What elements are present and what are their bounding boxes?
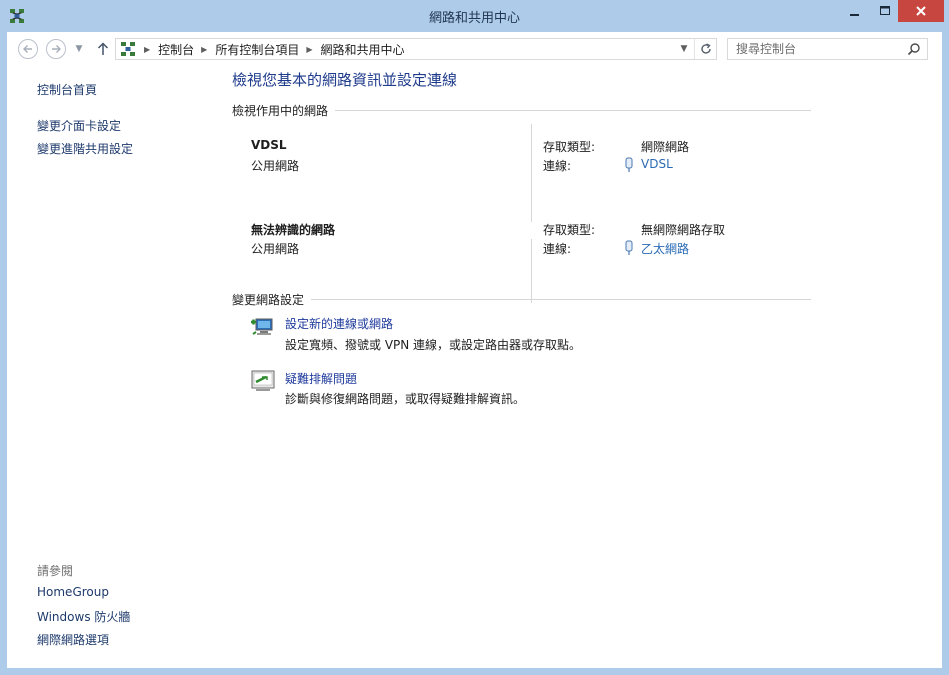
see-also-windows-firewall[interactable]: Windows 防火牆 bbox=[37, 608, 130, 625]
connection-label: 連線: bbox=[543, 159, 572, 173]
refresh-button[interactable] bbox=[694, 39, 716, 59]
connection-label: 連線: bbox=[543, 242, 572, 256]
setup-connection-description: 設定寬頻、撥號或 VPN 連線，或設定路由器或存取點。 bbox=[285, 338, 582, 352]
new-connection-icon bbox=[251, 318, 273, 335]
title-bar[interactable]: 網路和共用中心 bbox=[0, 0, 949, 32]
close-icon bbox=[916, 6, 926, 16]
connection-link-vdsl[interactable]: VDSL bbox=[641, 157, 673, 171]
breadcrumb-separator-icon[interactable]: ▶ bbox=[306, 45, 312, 54]
up-button[interactable] bbox=[94, 39, 112, 59]
client-area: ▼ ▶ 控制台 ▶ 所有控制台項目 ▶ 網路和共用中心 ▼ 搜尋控制台 控制台首… bbox=[7, 32, 942, 668]
minimize-button[interactable] bbox=[838, 0, 871, 22]
ethernet-connection-icon bbox=[625, 240, 633, 255]
search-input[interactable] bbox=[736, 41, 906, 57]
chevron-down-icon: ▼ bbox=[75, 44, 83, 54]
section-divider bbox=[335, 110, 811, 111]
maximize-button[interactable] bbox=[871, 0, 898, 22]
forward-arrow-icon bbox=[52, 45, 61, 53]
section-divider bbox=[311, 299, 811, 300]
search-icon[interactable] bbox=[907, 42, 921, 56]
access-type-value: 無網際網路存取 bbox=[641, 223, 726, 237]
network-name: VDSL bbox=[251, 138, 287, 152]
network-category: 公用網路 bbox=[251, 159, 300, 173]
breadcrumb-separator-icon[interactable]: ▶ bbox=[201, 45, 207, 54]
breadcrumb-current[interactable]: 網路和共用中心 bbox=[321, 41, 405, 58]
breadcrumb-separator-icon[interactable]: ▶ bbox=[144, 45, 150, 54]
breadcrumb-control-panel[interactable]: 控制台 bbox=[158, 41, 194, 58]
connection-link-ethernet[interactable]: 乙太網路 bbox=[641, 240, 689, 257]
minimize-icon bbox=[849, 14, 859, 16]
window-title: 網路和共用中心 bbox=[428, 11, 520, 26]
page-title: 檢視您基本的網路資訊並設定連線 bbox=[232, 71, 458, 89]
active-networks-heading: 檢視作用中的網路 bbox=[232, 104, 329, 118]
control-panel-icon bbox=[121, 42, 135, 56]
navigation-bar: ▼ ▶ 控制台 ▶ 所有控制台項目 ▶ 網路和共用中心 ▼ bbox=[7, 32, 942, 66]
up-arrow-icon bbox=[97, 42, 109, 55]
chevron-down-icon: ▼ bbox=[680, 44, 688, 54]
troubleshoot-link[interactable]: 疑難排解問題 bbox=[285, 370, 357, 387]
search-box[interactable] bbox=[727, 38, 928, 60]
maximize-icon bbox=[879, 6, 890, 15]
change-settings-heading: 變更網路設定 bbox=[232, 293, 305, 307]
main-content: 檢視您基本的網路資訊並設定連線 檢視作用中的網路 VDSL 公用網路 存取類型:… bbox=[232, 66, 932, 668]
address-bar[interactable]: ▶ 控制台 ▶ 所有控制台項目 ▶ 網路和共用中心 ▼ bbox=[115, 38, 717, 60]
back-button[interactable] bbox=[18, 39, 38, 59]
access-type-label: 存取類型: bbox=[543, 223, 596, 237]
dialup-connection-icon bbox=[625, 157, 633, 172]
see-also-heading: 請參閱 bbox=[37, 564, 74, 578]
forward-button[interactable] bbox=[46, 39, 66, 59]
network-category: 公用網路 bbox=[251, 242, 300, 256]
network-name: 無法辨識的網路 bbox=[251, 223, 336, 237]
close-button[interactable] bbox=[898, 0, 944, 22]
back-arrow-icon bbox=[23, 45, 32, 53]
troubleshoot-description: 診斷與修復網路問題，或取得疑難排解資訊。 bbox=[285, 392, 526, 406]
window-frame: 網路和共用中心 ▼ ▶ 控制台 ▶ 所有控制台項目 ▶ 網路和共用中心 ▼ 搜尋… bbox=[0, 0, 949, 675]
breadcrumb-all-items[interactable]: 所有控制台項目 bbox=[215, 41, 299, 58]
sidebar-link-advanced-sharing[interactable]: 變更進階共用設定 bbox=[37, 140, 133, 157]
see-also-internet-options[interactable]: 網際網路選項 bbox=[37, 631, 109, 648]
setup-connection-link[interactable]: 設定新的連線或網路 bbox=[285, 315, 393, 332]
access-type-label: 存取類型: bbox=[543, 140, 596, 154]
vertical-divider bbox=[531, 124, 532, 222]
access-type-value: 網際網路 bbox=[641, 140, 690, 154]
recent-locations-dropdown[interactable]: ▼ bbox=[74, 42, 84, 56]
sidebar: 控制台首頁 變更介面卡設定 變更進階共用設定 請參閱 HomeGroup Win… bbox=[7, 66, 214, 668]
vertical-divider bbox=[531, 239, 532, 303]
sidebar-link-change-adapter-settings[interactable]: 變更介面卡設定 bbox=[37, 117, 121, 134]
address-history-dropdown[interactable]: ▼ bbox=[677, 41, 691, 57]
see-also-homegroup[interactable]: HomeGroup bbox=[37, 585, 109, 599]
refresh-icon bbox=[700, 43, 711, 54]
sidebar-link-control-panel-home[interactable]: 控制台首頁 bbox=[37, 81, 97, 98]
troubleshoot-icon bbox=[251, 370, 275, 391]
